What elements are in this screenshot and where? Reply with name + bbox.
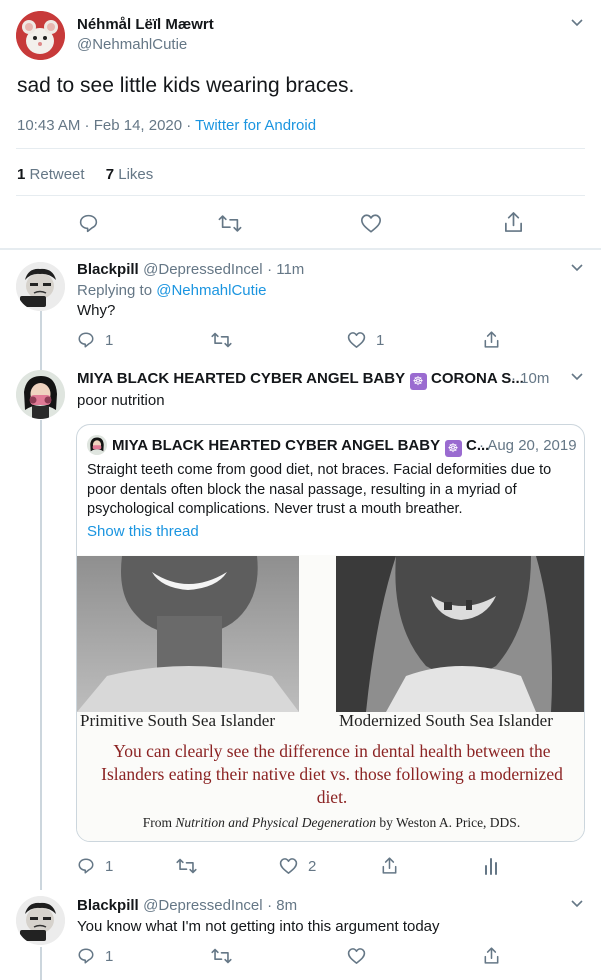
- image-credit: From Nutrition and Physical Degeneration…: [77, 815, 584, 831]
- like-button[interactable]: 1: [347, 331, 384, 349]
- retweet-button[interactable]: [211, 947, 232, 965]
- share-icon[interactable]: [381, 856, 398, 875]
- image-headline: You can clearly see the difference in de…: [101, 741, 563, 807]
- reply-icon: [78, 858, 94, 874]
- reply-header: MIYA BLACK HEARTED CYBER ANGEL BABY ☸ CO…: [77, 370, 524, 390]
- left-caption: Primitive South Sea Islander: [80, 711, 276, 730]
- author-name[interactable]: MIYA BLACK HEARTED CYBER ANGEL BABY: [77, 370, 405, 387]
- share-icon[interactable]: [503, 211, 524, 233]
- tweet-time[interactable]: · 8m: [267, 897, 297, 914]
- share-icon[interactable]: [483, 946, 500, 965]
- right-photo: [336, 556, 584, 712]
- quoted-author-name: MIYA BLACK HEARTED CYBER ANGEL BABY: [112, 437, 441, 454]
- thread-line: [40, 310, 42, 370]
- divider: [0, 248, 601, 250]
- like-count: 1: [376, 331, 385, 349]
- author-name-suffix[interactable]: CORONA S...: [431, 370, 524, 387]
- retweet-icon: [176, 858, 197, 874]
- dharma-wheel-icon: ☸: [409, 373, 427, 390]
- quoted-avatar: [87, 435, 107, 455]
- reply-button[interactable]: 1: [77, 331, 113, 349]
- quoted-tweet[interactable]: MIYA BLACK HEARTED CYBER ANGEL BABY ☸ C.…: [76, 424, 585, 842]
- like-icon: [279, 858, 298, 874]
- quoted-text: Straight teeth come from good diet, not …: [87, 462, 552, 517]
- reply-header: Blackpill @DepressedIncel · 11m: [77, 261, 304, 279]
- tweet-meta: 10:43 AM · Feb 14, 2020 · Twitter for An…: [17, 117, 316, 134]
- thread-line: [40, 947, 42, 980]
- reply-icon[interactable]: [78, 213, 99, 234]
- quoted-image[interactable]: Primitive South Sea Islander Modernized …: [77, 555, 584, 841]
- replying-to-label: Replying to: [77, 282, 157, 299]
- author-handle[interactable]: @DepressedIncel: [143, 261, 262, 278]
- show-thread-link[interactable]: Show this thread: [87, 523, 199, 540]
- analytics-icon[interactable]: [484, 857, 498, 875]
- replying-to-link[interactable]: @NehmahlCutie: [156, 282, 266, 299]
- author-handle[interactable]: @NehmahlCutie: [77, 36, 187, 53]
- author-handle[interactable]: @DepressedIncel: [143, 897, 262, 914]
- tweet-text: Why?: [77, 302, 116, 319]
- retweet-stat[interactable]: 1 Retweet: [17, 166, 85, 183]
- chevron-down-icon[interactable]: [571, 373, 583, 381]
- dharma-wheel-icon: ☸: [444, 440, 462, 457]
- retweet-icon[interactable]: [218, 213, 242, 234]
- reply-count: 1: [105, 331, 114, 349]
- credit-title: Nutrition and Physical Degeneration: [175, 815, 377, 830]
- tweet-source-link[interactable]: Twitter for Android: [195, 117, 316, 134]
- like-button[interactable]: [347, 947, 366, 965]
- right-caption: Modernized South Sea Islander: [339, 711, 553, 730]
- reply-button[interactable]: 1: [77, 947, 113, 965]
- credit-by: by Weston A. Price, DDS.: [376, 815, 521, 830]
- like-icon[interactable]: [360, 213, 382, 234]
- quoted-header: MIYA BLACK HEARTED CYBER ANGEL BABY ☸ C.…: [112, 437, 489, 457]
- like-icon: [347, 332, 366, 348]
- like-count: 7: [105, 166, 115, 183]
- reply-count: 1: [105, 947, 114, 965]
- retweet-count: 1: [17, 166, 26, 183]
- replying-to: Replying to @NehmahlCutie: [77, 282, 267, 299]
- tweet-text: You know what I'm not getting into this …: [77, 918, 440, 935]
- tweet-text: sad to see little kids wearing braces.: [17, 74, 355, 97]
- retweet-icon: [211, 332, 232, 348]
- divider: [16, 195, 585, 196]
- avatar[interactable]: [16, 370, 65, 419]
- reply-button[interactable]: 1: [77, 857, 113, 875]
- divider: [16, 148, 585, 149]
- tweet-text: poor nutrition: [77, 392, 165, 409]
- reply-header: Blackpill @DepressedIncel · 8m: [77, 897, 297, 915]
- author-name[interactable]: Blackpill: [77, 897, 139, 914]
- like-button[interactable]: 2: [279, 857, 316, 875]
- tweet-time[interactable]: · 10m: [511, 370, 549, 387]
- tweet-stats: 1 Retweet 7 Likes: [17, 166, 153, 183]
- left-photo: [77, 556, 299, 712]
- like-label: Likes: [118, 166, 154, 183]
- like-stat[interactable]: 7 Likes: [106, 166, 154, 183]
- reply-icon: [78, 948, 94, 964]
- reply-count: 1: [105, 857, 114, 875]
- reply-icon: [78, 332, 94, 348]
- avatar[interactable]: [16, 11, 65, 60]
- author-name[interactable]: Néhmål Lëïl Mæwrt: [77, 16, 214, 33]
- credit-from: From: [142, 815, 176, 830]
- avatar[interactable]: [16, 262, 65, 311]
- tweet-time[interactable]: · 11m: [267, 261, 304, 278]
- quoted-time: · Aug 20, 2019: [479, 437, 577, 454]
- retweet-label: Retweet: [29, 166, 85, 183]
- avatar[interactable]: [16, 896, 65, 945]
- like-count: 2: [308, 857, 317, 875]
- retweet-button[interactable]: [176, 857, 197, 875]
- retweet-icon: [211, 948, 232, 964]
- like-icon: [347, 948, 366, 964]
- thread-line: [40, 420, 42, 890]
- tweet-timestamp[interactable]: 10:43 AM · Feb 14, 2020 ·: [17, 117, 195, 134]
- chevron-down-icon[interactable]: [571, 900, 583, 908]
- retweet-button[interactable]: [211, 331, 232, 349]
- chevron-down-icon[interactable]: [571, 19, 583, 27]
- chevron-down-icon[interactable]: [571, 264, 583, 272]
- author-name[interactable]: Blackpill: [77, 261, 139, 278]
- share-icon[interactable]: [483, 330, 500, 349]
